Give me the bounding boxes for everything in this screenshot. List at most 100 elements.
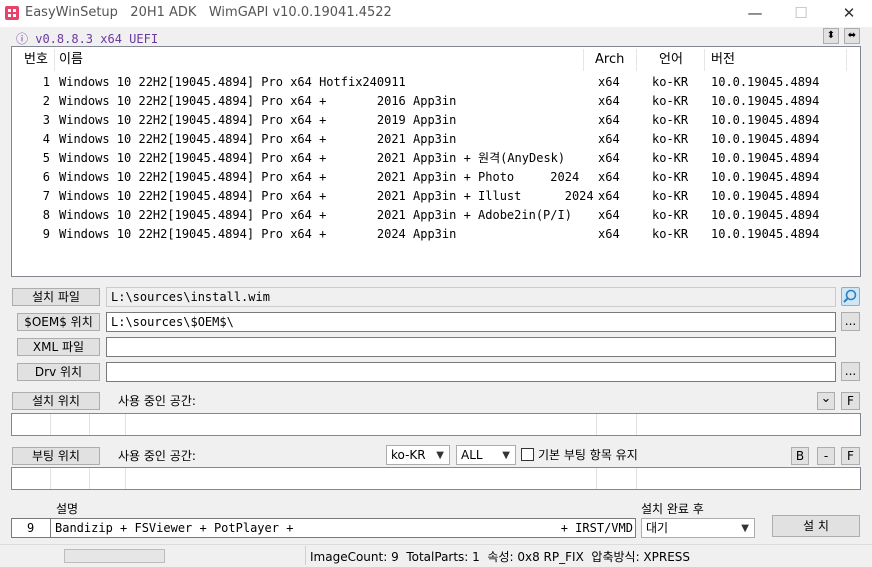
- install-dropdown-button[interactable]: ⌄: [817, 392, 835, 410]
- image-index-field[interactable]: 9: [11, 518, 51, 538]
- minimize-button[interactable]: —: [732, 0, 778, 27]
- window-title: EasyWinSetup 20H1 ADK WimGAPI v10.0.1904…: [25, 5, 392, 20]
- cell-name: Windows 10 22H2[19045.4894] Pro x64 + 20…: [59, 189, 594, 203]
- status-text: ImageCount: 9 TotalParts: 1 속성: 0x8 RP_F…: [310, 550, 691, 564]
- cell-num: 2: [42, 94, 50, 108]
- table-row[interactable]: 1 Windows 10 22H2[19045.4894] Pro x64 Hot…: [12, 73, 860, 92]
- chevron-down-icon: ▼: [436, 450, 444, 461]
- cell-name: Windows 10 22H2[19045.4894] Pro x64 Hotf…: [59, 75, 406, 89]
- version-label: ⓘ v0.8.8.3 x64 UEFI: [16, 32, 159, 46]
- table-row[interactable]: 5 Windows 10 22H2[19045.4894] Pro x64 + 2…: [12, 149, 860, 168]
- table-row[interactable]: 4 Windows 10 22H2[19045.4894] Pro x64 + 2…: [12, 130, 860, 149]
- table-row[interactable]: 3 Windows 10 22H2[19045.4894] Pro x64 + 2…: [12, 111, 860, 130]
- cell-name: Windows 10 22H2[19045.4894] Pro x64 + 20…: [59, 170, 580, 184]
- cell-ver: 10.0.19045.4894: [711, 151, 820, 165]
- install-partition-bar[interactable]: [11, 413, 861, 436]
- table-row[interactable]: 2 Windows 10 22H2[19045.4894] Pro x64 + 2…: [12, 92, 860, 111]
- after-install-select[interactable]: 대기 ▼: [641, 518, 755, 538]
- cell-lang: ko-KR: [652, 208, 689, 222]
- cell-num: 3: [42, 113, 50, 127]
- boot-location-button[interactable]: 부팅 위치: [12, 447, 100, 465]
- cell-lang: ko-KR: [652, 132, 689, 146]
- cell-arch: x64: [598, 113, 620, 127]
- cell-arch: x64: [598, 170, 620, 184]
- cell-lang: ko-KR: [652, 170, 689, 184]
- boot-scope-select[interactable]: ALL ▼: [456, 445, 516, 465]
- oem-path-input[interactable]: L:\sources\$OEM$\: [106, 312, 836, 332]
- xml-path-input[interactable]: [106, 337, 836, 357]
- oem-browse-button[interactable]: ...: [841, 312, 860, 331]
- expand-vertical-button[interactable]: ⬍: [823, 28, 839, 44]
- partition-divider: [125, 468, 126, 489]
- cell-lang: ko-KR: [652, 75, 689, 89]
- close-button[interactable]: ✕: [826, 0, 872, 27]
- boot-language-value: ko-KR: [391, 448, 426, 462]
- xml-file-button[interactable]: XML 파일: [17, 338, 100, 356]
- cell-arch: x64: [598, 151, 620, 165]
- column-header-name[interactable]: 이름: [59, 47, 83, 73]
- image-description-field[interactable]: Bandizip + FSViewer + PotPlayer + + IRST…: [50, 518, 636, 538]
- install-button[interactable]: 설 치: [772, 515, 860, 537]
- chevron-down-icon: ▼: [502, 450, 510, 461]
- cell-num: 4: [42, 132, 50, 146]
- keep-boot-entry-checkbox[interactable]: [521, 448, 534, 461]
- drv-path-input[interactable]: [106, 362, 836, 382]
- cell-lang: ko-KR: [652, 189, 689, 203]
- column-divider: [54, 49, 55, 71]
- search-icon[interactable]: [841, 287, 860, 306]
- cell-name: Windows 10 22H2[19045.4894] Pro x64 + 20…: [59, 227, 457, 241]
- partition-divider: [89, 414, 90, 435]
- maximize-button[interactable]: ☐: [778, 0, 824, 27]
- boot-format-button[interactable]: F: [841, 447, 860, 465]
- oem-location-button[interactable]: $OEM$ 위치: [17, 313, 100, 331]
- cell-arch: x64: [598, 227, 620, 241]
- table-row[interactable]: 9 Windows 10 22H2[19045.4894] Pro x64 + 2…: [12, 225, 860, 244]
- column-divider: [583, 49, 584, 71]
- boot-remove-button[interactable]: -: [817, 447, 835, 465]
- cell-num: 9: [42, 227, 50, 241]
- partition-divider: [89, 468, 90, 489]
- description-label: 설명: [56, 502, 79, 516]
- cell-ver: 10.0.19045.4894: [711, 113, 820, 127]
- partition-divider: [596, 468, 597, 489]
- cell-arch: x64: [598, 75, 620, 89]
- app-logo-icon: [5, 6, 19, 20]
- column-header-lang[interactable]: 언어: [659, 47, 683, 73]
- partition-divider: [125, 414, 126, 435]
- partition-divider: [50, 468, 51, 489]
- cell-ver: 10.0.19045.4894: [711, 189, 820, 203]
- boot-language-select[interactable]: ko-KR ▼: [386, 445, 450, 465]
- cell-ver: 10.0.19045.4894: [711, 170, 820, 184]
- install-file-button[interactable]: 설치 파일: [12, 288, 100, 306]
- drv-browse-button[interactable]: ...: [841, 362, 860, 381]
- column-divider: [704, 49, 705, 71]
- after-install-label: 설치 완료 후: [641, 502, 704, 516]
- partition-divider: [50, 414, 51, 435]
- drv-location-button[interactable]: Drv 위치: [17, 363, 100, 381]
- boot-partition-bar[interactable]: [11, 467, 861, 490]
- boot-b-button[interactable]: B: [791, 447, 809, 465]
- image-list[interactable]: 번호 이름 Arch 언어 버전 1 Windows 10 22H2[19045.…: [11, 46, 861, 277]
- cell-num: 5: [42, 151, 50, 165]
- install-used-space-label: 사용 중인 공간:: [118, 394, 196, 408]
- cell-ver: 10.0.19045.4894: [711, 94, 820, 108]
- cell-lang: ko-KR: [652, 227, 689, 241]
- after-install-value: 대기: [646, 521, 669, 535]
- cell-name: Windows 10 22H2[19045.4894] Pro x64 + 20…: [59, 113, 457, 127]
- expand-horizontal-button[interactable]: ⬌: [844, 28, 860, 44]
- table-row[interactable]: 6 Windows 10 22H2[19045.4894] Pro x64 + 2…: [12, 168, 860, 187]
- partition-divider: [596, 414, 597, 435]
- cell-num: 1: [42, 75, 50, 89]
- column-header-num[interactable]: 번호: [24, 47, 48, 73]
- cell-lang: ko-KR: [652, 94, 689, 108]
- column-header-arch[interactable]: Arch: [595, 47, 624, 73]
- cell-arch: x64: [598, 208, 620, 222]
- cell-lang: ko-KR: [652, 151, 689, 165]
- table-row[interactable]: 8 Windows 10 22H2[19045.4894] Pro x64 + 2…: [12, 206, 860, 225]
- cell-ver: 10.0.19045.4894: [711, 75, 820, 89]
- table-row[interactable]: 7 Windows 10 22H2[19045.4894] Pro x64 + 2…: [12, 187, 860, 206]
- install-location-button[interactable]: 설치 위치: [12, 392, 100, 410]
- column-header-version[interactable]: 버전: [711, 47, 735, 73]
- cell-arch: x64: [598, 132, 620, 146]
- install-format-button[interactable]: F: [841, 392, 860, 410]
